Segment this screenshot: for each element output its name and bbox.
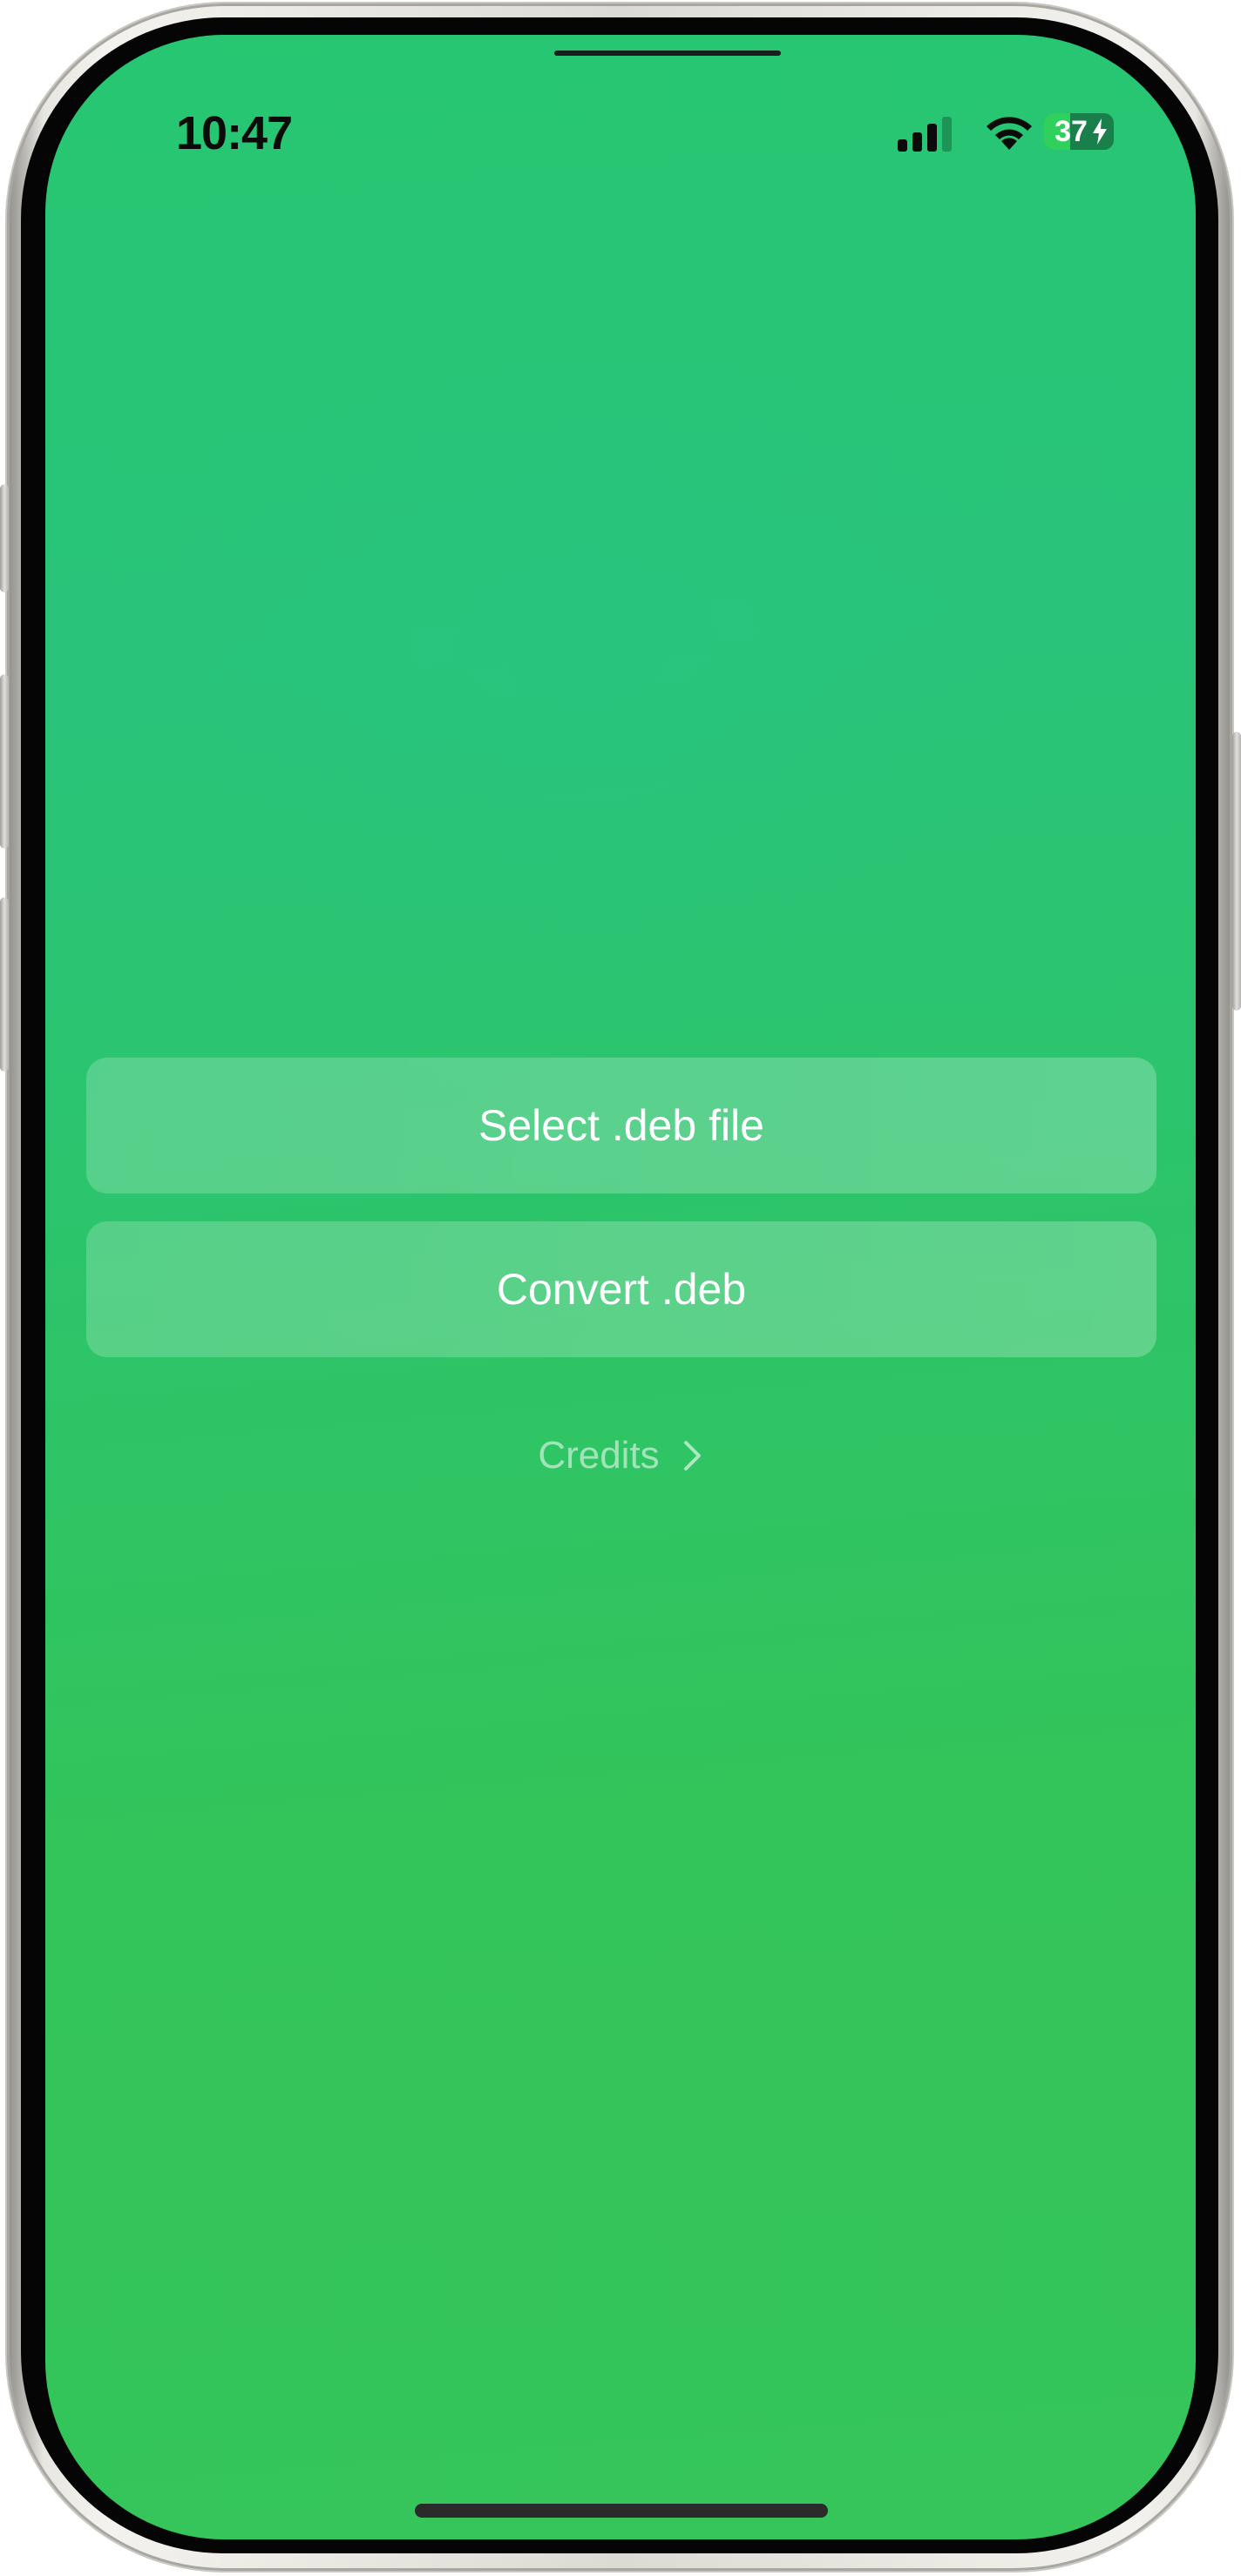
- status-bar: 10:47 37: [45, 35, 1196, 174]
- power-side-button: [1232, 732, 1241, 1011]
- select-deb-file-button[interactable]: Select .deb file: [86, 1058, 1156, 1193]
- app-screen: 10:47 37 Select .deb file Convert .deb C…: [45, 35, 1196, 2539]
- status-time: 10:47: [176, 107, 293, 159]
- home-indicator[interactable]: [415, 2504, 828, 2518]
- battery-icon: 37: [1044, 113, 1114, 150]
- volume-up-side-button: [0, 674, 9, 849]
- charging-bolt-icon: [1093, 118, 1107, 145]
- credits-link[interactable]: Credits: [45, 1425, 1196, 1486]
- convert-deb-button[interactable]: Convert .deb: [86, 1221, 1156, 1357]
- chevron-right-icon: [683, 1441, 701, 1471]
- wifi-icon: [987, 117, 1032, 150]
- action-side-button: [0, 484, 9, 592]
- volume-down-side-button: [0, 897, 9, 1072]
- signal-icon: [898, 117, 959, 152]
- battery-level: 37: [1055, 115, 1088, 148]
- credits-label: Credits: [538, 1434, 660, 1477]
